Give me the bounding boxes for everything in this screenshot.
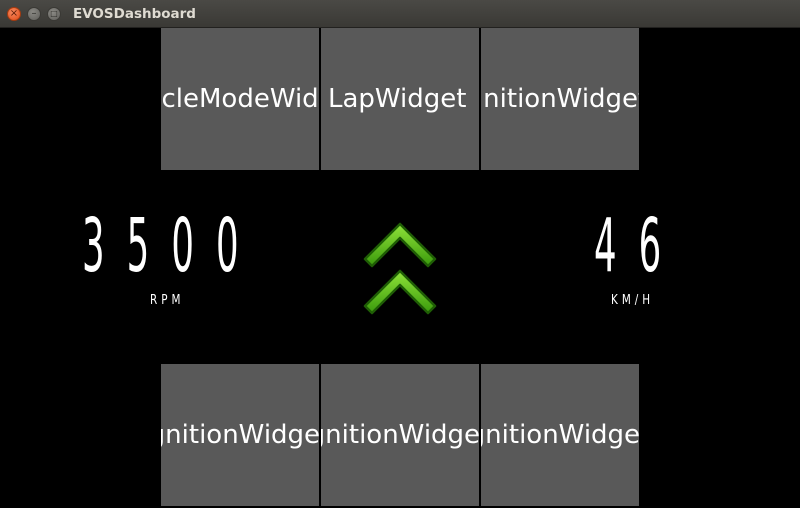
ignition-widget-bottom-1[interactable]: IgnitionWidget [161,364,319,506]
dashboard-area: VehicleModeWidget LapWidget IgnitionWidg… [0,28,800,508]
widget-label: IgnitionWidget [321,420,479,450]
widget-label: LapWidget [328,84,467,114]
rpm-value: 3500 [82,203,261,289]
lap-widget[interactable]: LapWidget [321,28,479,170]
double-chevron-up-icon [363,222,437,315]
window-title: EVOSDashboard [73,6,196,22]
ignition-widget-bottom-3[interactable]: IgnitionWidget [481,364,639,506]
maximize-window-button[interactable]: □ [47,7,61,21]
minimize-icon: – [31,8,37,19]
rpm-unit-label: RPM [150,293,185,308]
close-icon: × [9,8,19,19]
window-titlebar[interactable]: × – □ EVOSDashboard [0,0,800,28]
speed-unit-label: KM/H [611,293,655,308]
close-window-button[interactable]: × [7,7,21,21]
speed-value: 46 [594,203,684,289]
minimize-window-button[interactable]: – [27,7,41,21]
widget-label: IgnitionWidget [481,420,639,450]
ignition-widget-bottom-2[interactable]: IgnitionWidget [321,364,479,506]
widget-label: IgnitionWidget [161,420,319,450]
ignition-widget-top[interactable]: IgnitionWidget [481,28,639,170]
widget-label: VehicleModeWidget [161,84,319,114]
maximize-icon: □ [50,9,58,18]
vehicle-mode-widget[interactable]: VehicleModeWidget [161,28,319,170]
widget-label: IgnitionWidget [481,84,639,114]
